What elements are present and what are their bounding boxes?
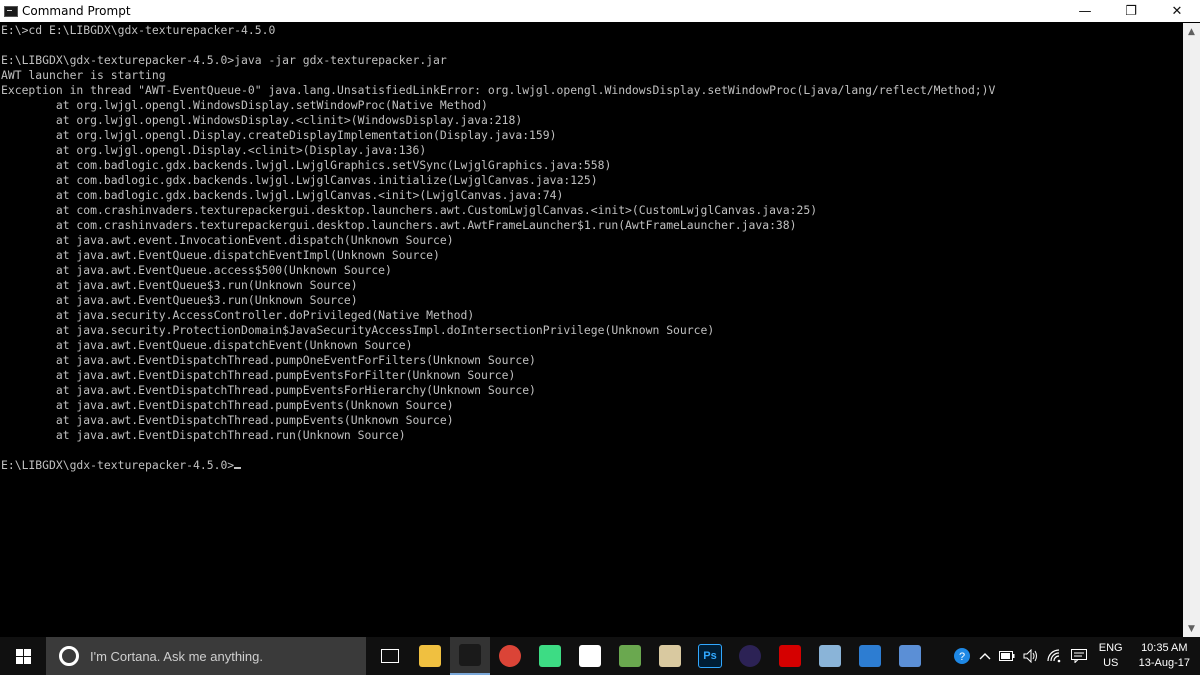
console-line: at com.crashinvaders.texturepackergui.de… bbox=[1, 218, 797, 232]
console-line: at org.lwjgl.opengl.WindowsDisplay.setWi… bbox=[1, 98, 488, 112]
calculator-icon bbox=[579, 645, 601, 667]
taskbar-app-button[interactable] bbox=[890, 637, 930, 675]
notes-icon bbox=[819, 645, 841, 667]
console-line: at java.awt.EventDispatchThread.pumpOneE… bbox=[1, 353, 536, 367]
task-view-icon bbox=[381, 649, 399, 663]
console-line: at org.lwjgl.opengl.WindowsDisplay.<clin… bbox=[1, 113, 523, 127]
window-title: Command Prompt bbox=[22, 4, 131, 18]
console-line: AWT launcher is starting bbox=[1, 68, 166, 82]
taskbar-app-button[interactable] bbox=[810, 637, 850, 675]
vertical-scrollbar[interactable]: ▲ ▼ bbox=[1183, 23, 1200, 637]
taskbar: I'm Cortana. Ask me anything. Ps ? ENG U… bbox=[0, 637, 1200, 675]
console-line: E:\>cd E:\LIBGDX\gdx-texturepacker-4.5.0 bbox=[1, 23, 276, 37]
image-editor-icon bbox=[619, 645, 641, 667]
taskbar-app-button[interactable] bbox=[610, 637, 650, 675]
taskbar-app-button[interactable] bbox=[650, 637, 690, 675]
clock-date: 13-Aug-17 bbox=[1138, 657, 1190, 669]
command-prompt-icon bbox=[459, 644, 481, 666]
console-line: at com.badlogic.gdx.backends.lwjgl.Lwjgl… bbox=[1, 173, 598, 187]
taskbar-app-button[interactable] bbox=[410, 637, 450, 675]
wifi-icon[interactable] bbox=[1043, 637, 1067, 675]
console-line: at java.awt.EventQueue$3.run(Unknown Sou… bbox=[1, 278, 358, 292]
taskbar-app-button[interactable] bbox=[570, 637, 610, 675]
title-bar[interactable]: Command Prompt — ❐ ✕ bbox=[0, 0, 1200, 22]
console-line: at java.security.AccessController.doPriv… bbox=[1, 308, 475, 322]
battery-icon[interactable] bbox=[995, 637, 1019, 675]
console-line: at java.awt.EventDispatchThread.pumpEven… bbox=[1, 368, 516, 382]
command-prompt-window: Command Prompt — ❐ ✕ E:\>cd E:\LIBGDX\gd… bbox=[0, 0, 1200, 637]
input-language[interactable]: ENG US bbox=[1091, 641, 1131, 671]
chrome-icon bbox=[499, 645, 521, 667]
action-center-icon[interactable] bbox=[1067, 637, 1091, 675]
notepad-app-icon bbox=[659, 645, 681, 667]
chevron-up-icon[interactable] bbox=[975, 637, 995, 675]
cortana-icon bbox=[59, 646, 79, 666]
system-tray: ? ENG US 10:35 AM 13-Aug-17 bbox=[949, 637, 1200, 675]
scroll-down-icon[interactable]: ▼ bbox=[1183, 620, 1200, 637]
console-line: at com.badlogic.gdx.backends.lwjgl.Lwjgl… bbox=[1, 188, 564, 202]
clock-time: 10:35 AM bbox=[1141, 642, 1188, 654]
cortana-search-box[interactable]: I'm Cortana. Ask me anything. bbox=[46, 637, 366, 675]
console-line: at com.badlogic.gdx.backends.lwjgl.Lwjgl… bbox=[1, 158, 612, 172]
clock[interactable]: 10:35 AM 13-Aug-17 bbox=[1131, 641, 1200, 671]
console-line: E:\LIBGDX\gdx-texturepacker-4.5.0>java -… bbox=[1, 53, 447, 67]
console-line: at java.awt.EventDispatchThread.pumpEven… bbox=[1, 398, 454, 412]
eclipse-icon bbox=[739, 645, 761, 667]
console-line: at com.crashinvaders.texturepackergui.de… bbox=[1, 203, 818, 217]
restore-button[interactable]: ❐ bbox=[1108, 0, 1154, 22]
console-line: at java.awt.EventQueue.access$500(Unknow… bbox=[1, 263, 392, 277]
taskbar-app-button[interactable] bbox=[730, 637, 770, 675]
network-tool-icon bbox=[859, 645, 881, 667]
console-line: at java.awt.EventQueue.dispatchEventImpl… bbox=[1, 248, 440, 262]
console-prompt-line[interactable]: E:\LIBGDX\gdx-texturepacker-4.5.0> bbox=[0, 458, 1182, 473]
text-cursor bbox=[234, 467, 242, 469]
console-line: at org.lwjgl.opengl.Display.<clinit>(Dis… bbox=[1, 143, 427, 157]
taskbar-app-button[interactable] bbox=[370, 637, 410, 675]
help-icon[interactable]: ? bbox=[949, 637, 975, 675]
search-placeholder: I'm Cortana. Ask me anything. bbox=[90, 648, 264, 664]
start-button[interactable] bbox=[0, 637, 46, 675]
windows-logo-icon bbox=[15, 648, 31, 664]
remote-desktop-icon bbox=[899, 645, 921, 667]
console-line: at java.awt.event.InvocationEvent.dispat… bbox=[1, 233, 454, 247]
window-controls: — ❐ ✕ bbox=[1062, 0, 1200, 22]
acrobat-icon bbox=[779, 645, 801, 667]
volume-icon[interactable] bbox=[1019, 637, 1043, 675]
taskbar-app-button[interactable] bbox=[490, 637, 530, 675]
lang-code: ENG bbox=[1098, 642, 1123, 654]
console-line: at org.lwjgl.opengl.Display.createDispla… bbox=[1, 128, 557, 142]
taskbar-app-button[interactable] bbox=[450, 637, 490, 675]
taskbar-app-button[interactable] bbox=[850, 637, 890, 675]
console-line: Exception in thread "AWT-EventQueue-0" j… bbox=[1, 83, 996, 97]
android-studio-icon bbox=[539, 645, 561, 667]
taskbar-apps: Ps bbox=[370, 637, 930, 675]
photoshop-icon: Ps bbox=[698, 644, 722, 668]
taskbar-app-button[interactable] bbox=[770, 637, 810, 675]
file-explorer-icon bbox=[419, 645, 441, 667]
console-output[interactable]: E:\>cd E:\LIBGDX\gdx-texturepacker-4.5.0… bbox=[0, 23, 1182, 637]
minimize-button[interactable]: — bbox=[1062, 0, 1108, 22]
close-button[interactable]: ✕ bbox=[1154, 0, 1200, 22]
lang-region: US bbox=[1103, 657, 1119, 669]
svg-text:?: ? bbox=[959, 651, 965, 663]
console-line: at java.awt.EventQueue$3.run(Unknown Sou… bbox=[1, 293, 358, 307]
console-line: at java.awt.EventDispatchThread.pumpEven… bbox=[1, 413, 454, 427]
console-prompt: E:\LIBGDX\gdx-texturepacker-4.5.0> bbox=[1, 458, 235, 472]
taskbar-app-button[interactable]: Ps bbox=[690, 637, 730, 675]
scroll-up-icon[interactable]: ▲ bbox=[1183, 23, 1200, 40]
console-line: at java.awt.EventDispatchThread.run(Unkn… bbox=[1, 428, 406, 442]
command-prompt-icon[interactable] bbox=[4, 5, 18, 17]
console-line: at java.awt.EventDispatchThread.pumpEven… bbox=[1, 383, 536, 397]
console-line: at java.awt.EventQueue.dispatchEvent(Unk… bbox=[1, 338, 413, 352]
console-line: at java.security.ProtectionDomain$JavaSe… bbox=[1, 323, 715, 337]
taskbar-app-button[interactable] bbox=[530, 637, 570, 675]
